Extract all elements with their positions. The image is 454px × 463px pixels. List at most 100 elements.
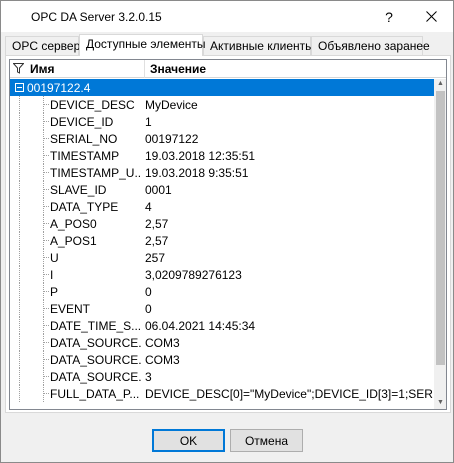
tree-item-row[interactable]: TIMESTAMP_U... 19.03.2018 9:35:51 xyxy=(10,164,434,181)
tree-item-row[interactable]: A_POS0 2,57 xyxy=(10,215,434,232)
filter-icon[interactable] xyxy=(13,63,24,74)
tree-branch-line xyxy=(43,189,49,190)
tree-item-value: COM3 xyxy=(145,336,180,350)
tree-item-name: DATA_SOURCE... xyxy=(50,370,142,384)
tree-item-value: 2,57 xyxy=(145,234,169,248)
tree-item-row[interactable]: A_POS1 2,57 xyxy=(10,232,434,249)
cancel-button[interactable]: Отмена xyxy=(230,429,303,452)
tree-guide-line xyxy=(19,215,20,232)
tree-guide-line xyxy=(19,351,20,368)
tree-item-row[interactable]: DATA_SOURCE... COM3 xyxy=(10,334,434,351)
tab-opc-server[interactable]: OPC сервер xyxy=(5,36,80,55)
tree-item-value: 00197122 xyxy=(145,132,199,146)
tree-item-row[interactable]: P0 xyxy=(10,283,434,300)
tree-guide-line xyxy=(19,113,20,130)
tree-guide-line xyxy=(19,249,20,266)
tree-branch-line xyxy=(43,206,49,207)
tree-branch-line xyxy=(43,240,49,241)
tree-item-row[interactable]: DEVICE_ID 1 xyxy=(10,113,434,130)
tree-guide-line xyxy=(19,181,20,198)
tree-branch-line xyxy=(43,393,49,394)
tree-guide-line xyxy=(19,130,20,147)
collapse-icon[interactable] xyxy=(15,83,24,92)
tree-branch-line xyxy=(43,104,49,105)
tree-item-row[interactable]: EVENT 0 xyxy=(10,300,434,317)
tree-item-row[interactable]: DATA_TYPE 4 xyxy=(10,198,434,215)
tree-item-name: TIMESTAMP xyxy=(50,149,120,163)
tree-guide-line xyxy=(19,283,20,300)
tab-available-items[interactable]: Доступные элементы xyxy=(79,34,206,56)
tree-item-value: DEVICE_DESC[0]="MyDevice";DEVICE_ID[3]=1… xyxy=(145,387,434,401)
column-separator[interactable] xyxy=(144,60,145,78)
tree-item-name: A_POS0 xyxy=(50,217,97,231)
tree-item-row[interactable]: DATA_SOURCE... COM3 xyxy=(10,351,434,368)
tree-item-row[interactable]: I 3,0209789276123 xyxy=(10,266,434,283)
tree-item-name: DEVICE_ID xyxy=(50,115,114,129)
tree-item-name: FULL_DATA_P... xyxy=(50,387,140,401)
tab-active-clients[interactable]: Активные клиенты xyxy=(203,36,314,55)
tree-branch-line xyxy=(43,376,49,377)
tree-item-row[interactable]: SLAVE_ID 0001 xyxy=(10,181,434,198)
tree-guide-line xyxy=(19,334,20,351)
tree-item-value: 19.03.2018 12:35:51 xyxy=(145,149,256,163)
tree-branch-line xyxy=(43,155,49,156)
close-icon xyxy=(425,11,437,22)
column-header-name[interactable]: Имя xyxy=(30,60,55,77)
tree-item-row[interactable]: U 257 xyxy=(10,249,434,266)
tree-branch-line xyxy=(43,325,49,326)
tree-item-name: DATE_TIME_S... xyxy=(50,319,142,333)
tree-guide-line xyxy=(19,266,20,283)
tree-item-row[interactable]: SERIAL_NO 00197122 xyxy=(10,130,434,147)
tree-guide-line xyxy=(19,300,20,317)
tree-guide-line xyxy=(19,198,20,215)
tree-item-name: DEVICE_DESC xyxy=(50,98,135,112)
tree-item-value: 3 xyxy=(145,370,152,384)
tree-guide-line xyxy=(19,164,20,181)
tree-branch-line xyxy=(43,138,49,139)
tree-item-row[interactable]: DEVICE_DESC MyDevice xyxy=(10,96,434,113)
tree-item-name: EVENT xyxy=(50,302,91,316)
tree-guide-line xyxy=(19,232,20,249)
tree-root-row[interactable]: 00197122.4 xyxy=(10,79,434,96)
tree-item-value: 3,0209789276123 xyxy=(145,268,242,282)
tree-item-value: 1 xyxy=(145,115,152,129)
tree-item-name: SLAVE_ID xyxy=(50,183,107,197)
tree-item-row[interactable]: TIMESTAMP 19.03.2018 12:35:51 xyxy=(10,147,434,164)
tree-branch-line xyxy=(43,359,49,360)
tree-item-value: 0 xyxy=(145,285,152,299)
tab-bar: OPC сервер Доступные элементы Активные к… xyxy=(5,34,451,56)
tree-item-name: DATA_SOURCE... xyxy=(50,353,142,367)
tree-guide-line xyxy=(19,385,20,402)
tree-guide-line xyxy=(19,147,20,164)
tree-branch-line xyxy=(43,257,49,258)
tree-branch-line xyxy=(43,308,49,309)
tree-root-label: 00197122.4 xyxy=(27,81,91,95)
tree-branch-line xyxy=(43,342,49,343)
tree-item-value: 2,57 xyxy=(145,217,169,231)
help-button[interactable]: ? xyxy=(371,1,407,32)
tab-declared-in-advance[interactable]: Объявлено заранее xyxy=(311,36,430,55)
scroll-down-icon[interactable]: ▼ xyxy=(437,399,444,406)
column-header-value[interactable]: Значение xyxy=(150,60,206,77)
tree-guide-line xyxy=(19,317,20,334)
tree-item-value: 0001 xyxy=(145,183,172,197)
items-tree-grid[interactable]: Имя Значение 00197122.4 DEVICE_DESC MyDev… xyxy=(9,59,447,410)
tree-item-row[interactable]: DATE_TIME_S... 06.04.2021 14:45:34 xyxy=(10,317,434,334)
tree-item-name: U xyxy=(50,251,59,265)
dialog-window: OPC DA Server 3.2.0.15 ? OPC сервер Дост… xyxy=(0,0,454,463)
close-button[interactable] xyxy=(411,1,451,32)
tree-branch-line xyxy=(43,223,49,224)
tree-item-name: SERIAL_NO xyxy=(50,132,118,146)
scroll-up-icon[interactable]: ▲ xyxy=(437,80,444,87)
tab-panel: Имя Значение 00197122.4 DEVICE_DESC MyDev… xyxy=(5,55,451,413)
tree-item-row[interactable]: DATA_SOURCE... 3 xyxy=(10,368,434,385)
ok-button[interactable]: OK xyxy=(152,429,225,452)
vertical-scrollbar[interactable]: ▲ ▼ xyxy=(434,79,446,409)
grid-header: Имя Значение xyxy=(10,60,446,78)
tree-item-value: 257 xyxy=(145,251,166,265)
scrollbar-thumb[interactable] xyxy=(436,91,445,365)
tree-guide-line xyxy=(19,368,20,385)
tree-item-row[interactable]: FULL_DATA_P... DEVICE_DESC[0]="MyDevice";… xyxy=(10,385,434,402)
tree-item-name: DATA_SOURCE... xyxy=(50,336,142,350)
tree-item-value: MyDevice xyxy=(145,98,198,112)
